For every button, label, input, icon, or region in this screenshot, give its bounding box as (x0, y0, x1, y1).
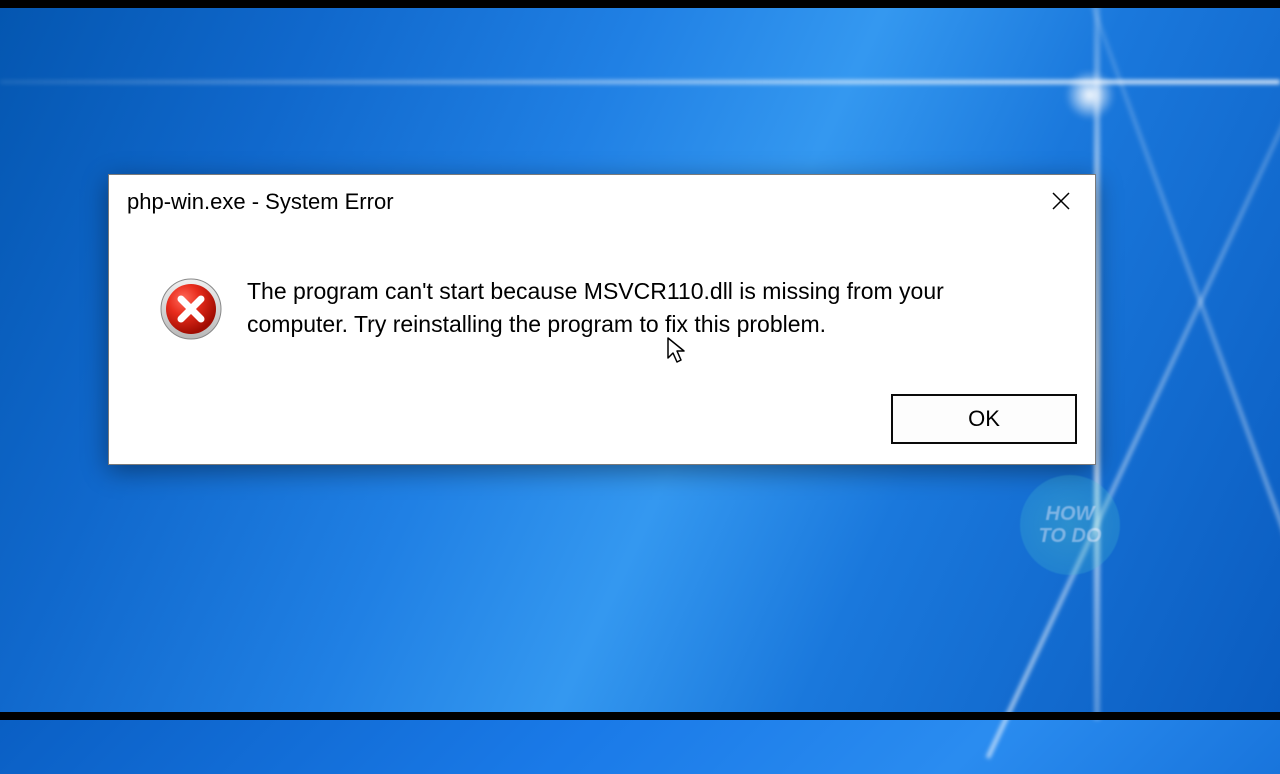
watermark-badge: HOW TO DO (1020, 475, 1120, 575)
light-flare (1065, 70, 1115, 120)
error-message: The program can't start because MSVCR110… (247, 275, 1045, 342)
dialog-title: php-win.exe - System Error (127, 189, 394, 215)
close-icon (1051, 188, 1071, 216)
close-button[interactable] (1037, 184, 1085, 220)
error-icon (159, 277, 223, 346)
letterbox (0, 712, 1280, 720)
system-error-dialog: php-win.exe - System Error (108, 174, 1096, 465)
ok-button[interactable]: OK (891, 394, 1077, 444)
letterbox (0, 0, 1280, 8)
watermark-line: HOW (1046, 503, 1095, 525)
dialog-titlebar[interactable]: php-win.exe - System Error (109, 175, 1095, 225)
dialog-footer: OK (109, 376, 1095, 464)
dialog-body: The program can't start because MSVCR110… (109, 225, 1095, 376)
watermark-line: TO DO (1039, 525, 1102, 547)
